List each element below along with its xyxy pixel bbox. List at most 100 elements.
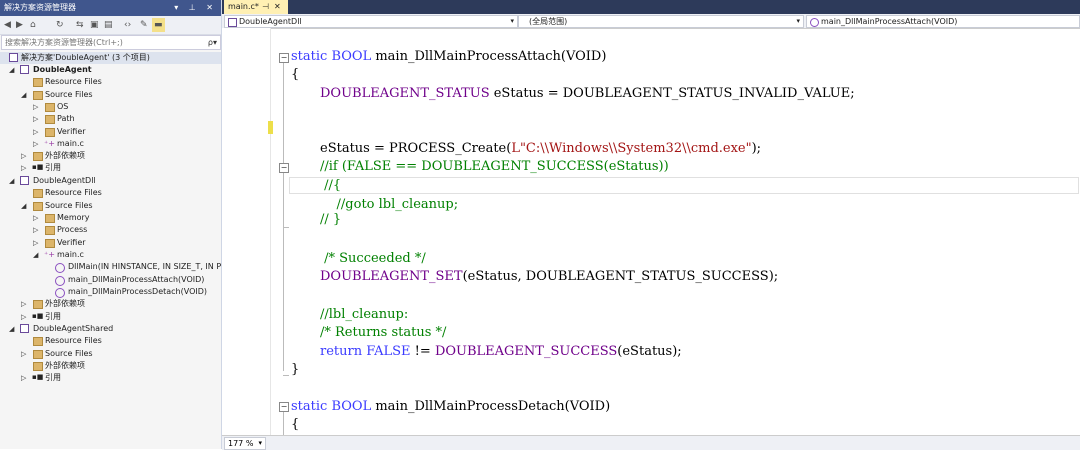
tree-item-folder[interactable]: ▷ Path <box>0 113 221 125</box>
expanded-arrow-icon[interactable]: ◢ <box>9 64 14 76</box>
project-dropdown[interactable]: DoubleAgentDll ▾ <box>224 15 518 28</box>
view-code-icon[interactable]: ‹› <box>124 18 131 32</box>
project-label: DoubleAgent <box>33 65 92 74</box>
tree-item-source-files[interactable]: ◢ Source Files <box>0 200 221 212</box>
code-keyword: return <box>320 344 363 359</box>
tree-item-function[interactable]: main_DllMainProcessAttach(VOID) <box>0 274 221 286</box>
folder-icon <box>33 91 43 100</box>
tree-item-references[interactable]: ▷ ▪■ 引用 <box>0 162 221 174</box>
collapse-icon[interactable]: − <box>279 53 289 63</box>
show-all-files-icon[interactable]: ▤ <box>104 18 113 32</box>
tree-item-external-deps[interactable]: ▷ 外部依赖项 <box>0 298 221 310</box>
code-line[interactable]: //{ <box>320 178 341 194</box>
code-line[interactable]: // } <box>320 212 341 228</box>
collapse-all-icon[interactable]: ▣ <box>90 18 99 32</box>
tree-item-function[interactable]: DllMain(IN HINSTANCE, IN SIZE_T, IN PV <box>0 261 221 273</box>
collapse-icon[interactable]: − <box>279 402 289 412</box>
sync-icon[interactable]: ↻ <box>56 18 64 32</box>
tree-item-label: Memory <box>57 213 90 222</box>
code-text: main_DllMainProcessDetach(VOID) <box>371 399 611 414</box>
tree-item-resource-files[interactable]: Resource Files <box>0 76 221 88</box>
code-line[interactable]: //goto lbl_cleanup; <box>320 197 459 213</box>
code-line[interactable]: } <box>291 362 299 378</box>
collapse-icon[interactable]: − <box>279 163 289 173</box>
tree-project-doubleagent[interactable]: ◢ DoubleAgent <box>0 64 221 76</box>
tree-item-folder[interactable]: ▷ Verifier <box>0 237 221 249</box>
expanded-arrow-icon[interactable]: ◢ <box>9 323 14 335</box>
code-line[interactable]: //lbl_cleanup: <box>320 307 408 323</box>
panel-window-buttons[interactable]: ▾ ⊥ ✕ <box>174 0 217 16</box>
code-line[interactable]: /* Returns status */ <box>320 325 446 341</box>
collapsed-arrow-icon[interactable]: ▷ <box>33 138 38 150</box>
code-line[interactable]: return FALSE != DOUBLEAGENT_SUCCESS(eSta… <box>320 344 682 360</box>
back-icon[interactable]: ◀ <box>4 18 11 32</box>
code-line[interactable]: //if (FALSE == DOUBLEAGENT_SUCCESS(eStat… <box>320 159 669 175</box>
tab-main-c[interactable]: main.c* ⊣ ✕ <box>224 0 288 14</box>
tree-item-resource-files[interactable]: Resource Files <box>0 335 221 347</box>
tree-project-doubleagentdll[interactable]: ◢ DoubleAgentDll <box>0 175 221 187</box>
code-line[interactable]: /* Succeeded */ <box>320 251 426 267</box>
tree-item-folder[interactable]: ▷ Memory <box>0 212 221 224</box>
collapsed-arrow-icon[interactable]: ▷ <box>21 150 26 162</box>
search-icon[interactable]: ρ▾ <box>208 36 217 49</box>
tree-item-resource-files[interactable]: Resource Files <box>0 187 221 199</box>
tree-item-label: main.c <box>57 139 84 148</box>
code-line[interactable]: DOUBLEAGENT_STATUS eStatus = DOUBLEAGENT… <box>320 86 855 102</box>
tree-item-references[interactable]: ▷ ▪■ 引用 <box>0 311 221 323</box>
tree-item-folder[interactable]: ▷ Process <box>0 224 221 236</box>
tree-item-file[interactable]: ◢ ⁺+ main.c <box>0 249 221 261</box>
tree-item-source-files[interactable]: ◢ Source Files <box>0 89 221 101</box>
tree-item-label: main.c <box>57 250 84 259</box>
tree-item-file[interactable]: ▷ ⁺+ main.c <box>0 138 221 150</box>
collapsed-arrow-icon[interactable]: ▷ <box>21 372 26 384</box>
tree-item-external-deps[interactable]: 外部依赖项 <box>0 360 221 372</box>
code-type: BOOL <box>331 49 372 64</box>
tree-item-references[interactable]: ▷ ▪■ 引用 <box>0 372 221 384</box>
collapsed-arrow-icon[interactable]: ▷ <box>21 311 26 323</box>
home-icon[interactable]: ⌂ <box>30 18 36 32</box>
collapsed-arrow-icon[interactable]: ▷ <box>21 162 26 174</box>
chevron-down-icon[interactable]: ▾ <box>258 438 262 449</box>
tree-item-folder[interactable]: ▷ Verifier <box>0 126 221 138</box>
close-icon[interactable]: ✕ <box>274 0 281 14</box>
scope-dropdown[interactable]: (全局范围) ▾ <box>518 15 804 28</box>
member-dropdown-value: main_DllMainProcessAttach(VOID) <box>821 17 958 26</box>
tree-solution-root[interactable]: 解决方案'DoubleAgent' (3 个项目) <box>0 52 221 64</box>
tree-item-external-deps[interactable]: ▷ 外部依赖项 <box>0 150 221 162</box>
chevron-down-icon[interactable]: ▾ <box>796 16 800 27</box>
preview-icon[interactable]: ▬ <box>152 18 165 32</box>
refresh-icon[interactable]: ⇆ <box>76 18 84 32</box>
expanded-arrow-icon[interactable]: ◢ <box>21 89 26 101</box>
solution-search-input[interactable]: 搜索解决方案资源管理器(Ctrl+;) ρ▾ <box>1 35 221 50</box>
code-line[interactable]: eStatus = PROCESS_Create(L"C:\\Windows\\… <box>320 141 761 157</box>
forward-icon[interactable]: ▶ <box>16 18 23 32</box>
code-line[interactable]: DOUBLEAGENT_SET(eStatus, DOUBLEAGENT_STA… <box>320 269 778 285</box>
collapsed-arrow-icon[interactable]: ▷ <box>33 113 38 125</box>
collapsed-arrow-icon[interactable]: ▷ <box>33 237 38 249</box>
member-dropdown[interactable]: main_DllMainProcessAttach(VOID) <box>806 15 1080 28</box>
collapsed-arrow-icon[interactable]: ▷ <box>21 298 26 310</box>
collapsed-arrow-icon[interactable]: ▷ <box>33 212 38 224</box>
pin-icon[interactable]: ⊣ <box>262 0 269 14</box>
project-label: DoubleAgentDll <box>33 176 96 185</box>
tree-project-doubleagentshared[interactable]: ◢ DoubleAgentShared <box>0 323 221 335</box>
collapsed-arrow-icon[interactable]: ▷ <box>33 101 38 113</box>
project-icon <box>20 324 29 333</box>
tree-item-source-files[interactable]: ▷ Source Files <box>0 348 221 360</box>
collapsed-arrow-icon[interactable]: ▷ <box>33 126 38 138</box>
tree-item-function[interactable]: main_DllMainProcessDetach(VOID) <box>0 286 221 298</box>
code-line[interactable]: static BOOL main_DllMainProcessDetach(VO… <box>291 399 610 415</box>
properties-icon[interactable]: ✎ <box>140 18 148 32</box>
zoom-dropdown[interactable]: 177 % ▾ <box>224 437 266 450</box>
collapsed-arrow-icon[interactable]: ▷ <box>21 348 26 360</box>
code-line[interactable]: static BOOL main_DllMainProcessAttach(VO… <box>291 49 606 65</box>
tree-item-folder[interactable]: ▷ OS <box>0 101 221 113</box>
code-line[interactable]: { <box>291 67 299 83</box>
chevron-down-icon[interactable]: ▾ <box>510 16 514 27</box>
expanded-arrow-icon[interactable]: ◢ <box>33 249 38 261</box>
collapsed-arrow-icon[interactable]: ▷ <box>33 224 38 236</box>
references-icon: ▪■ <box>32 373 44 381</box>
expanded-arrow-icon[interactable]: ◢ <box>21 200 26 212</box>
code-line[interactable]: { <box>291 417 299 433</box>
expanded-arrow-icon[interactable]: ◢ <box>9 175 14 187</box>
